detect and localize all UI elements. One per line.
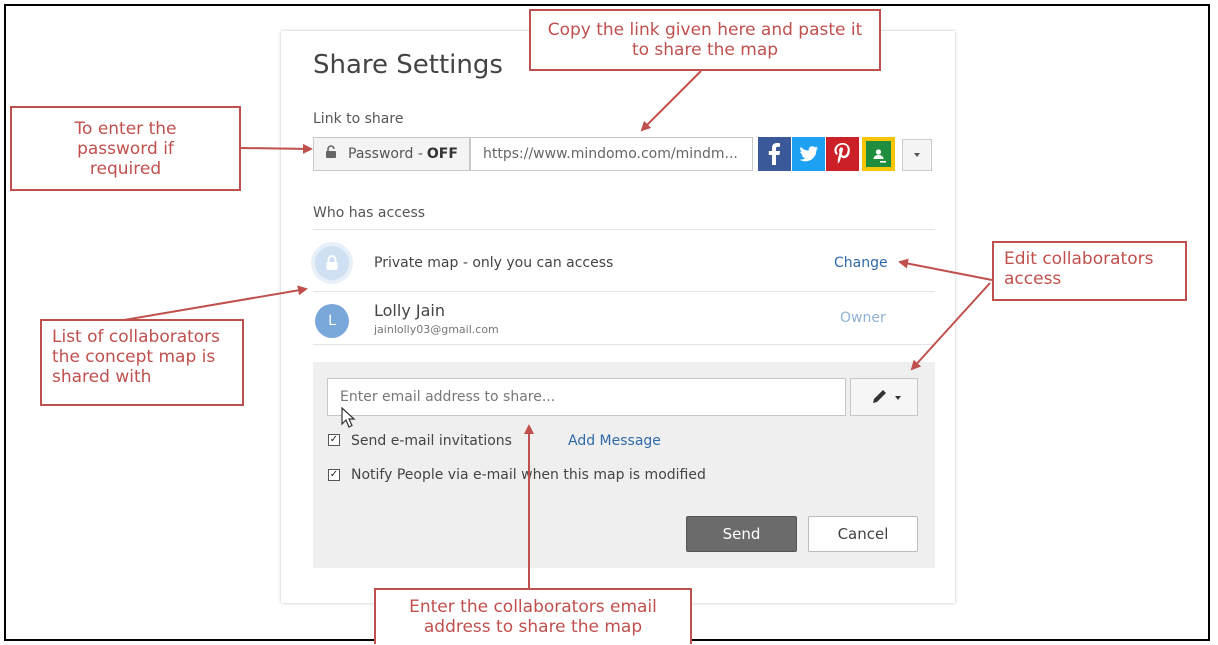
- send-invitations-checkbox[interactable]: ✓: [328, 434, 340, 446]
- collaborator-name: Lolly Jain: [374, 301, 445, 320]
- twitter-icon: [799, 146, 819, 162]
- facebook-share-button[interactable]: [758, 137, 791, 171]
- send-button[interactable]: Send: [686, 516, 797, 552]
- password-label: Password -: [348, 146, 423, 162]
- password-state: OFF: [426, 146, 458, 162]
- callout-password: To enter the password if required: [10, 106, 241, 191]
- more-share-options-button[interactable]: [902, 139, 932, 171]
- notify-people-checkbox[interactable]: ✓: [328, 469, 340, 481]
- share-link-input[interactable]: [470, 137, 753, 171]
- pinterest-share-button[interactable]: [826, 137, 859, 171]
- send-invitations-label: Send e-mail invitations: [351, 433, 512, 449]
- pencil-icon: [873, 390, 886, 403]
- facebook-icon: [768, 143, 780, 165]
- google-classroom-icon: [866, 141, 891, 167]
- divider: [313, 229, 935, 230]
- divider: [313, 291, 935, 292]
- callout-enter-email: Enter the collaborators email address to…: [374, 588, 692, 644]
- private-map-avatar: [315, 246, 349, 280]
- collaborator-email: jainlolly03@gmail.com: [374, 323, 499, 336]
- mouse-cursor-icon: [341, 406, 356, 428]
- owner-role-label: Owner: [840, 310, 886, 326]
- callout-edit-access: Edit collaborators access: [992, 241, 1187, 301]
- private-map-text: Private map - only you can access: [374, 255, 614, 271]
- permission-dropdown-button[interactable]: [850, 378, 918, 416]
- chevron-down-icon: [914, 153, 920, 157]
- twitter-share-button[interactable]: [792, 137, 825, 171]
- add-message-link[interactable]: Add Message: [568, 433, 661, 449]
- dialog-title: Share Settings: [313, 50, 503, 80]
- pinterest-icon: [834, 143, 850, 164]
- padlock-icon: [324, 145, 340, 163]
- notify-people-label: Notify People via e-mail when this map i…: [351, 467, 706, 483]
- callout-collaborators-list: List of collaborators the concept map is…: [40, 319, 244, 406]
- chevron-down-icon: [895, 396, 901, 400]
- password-button[interactable]: Password - OFF: [313, 137, 470, 171]
- callout-copy-link: Copy the link given here and paste it to…: [529, 9, 881, 71]
- padlock-icon: [326, 255, 338, 270]
- avatar: L: [315, 304, 349, 338]
- email-share-input[interactable]: [327, 378, 846, 416]
- change-access-link[interactable]: Change: [834, 255, 888, 271]
- divider: [313, 344, 935, 345]
- who-has-access-label: Who has access: [313, 205, 426, 221]
- google-classroom-share-button[interactable]: [862, 137, 895, 171]
- cancel-button[interactable]: Cancel: [808, 516, 918, 552]
- link-to-share-label: Link to share: [313, 111, 404, 127]
